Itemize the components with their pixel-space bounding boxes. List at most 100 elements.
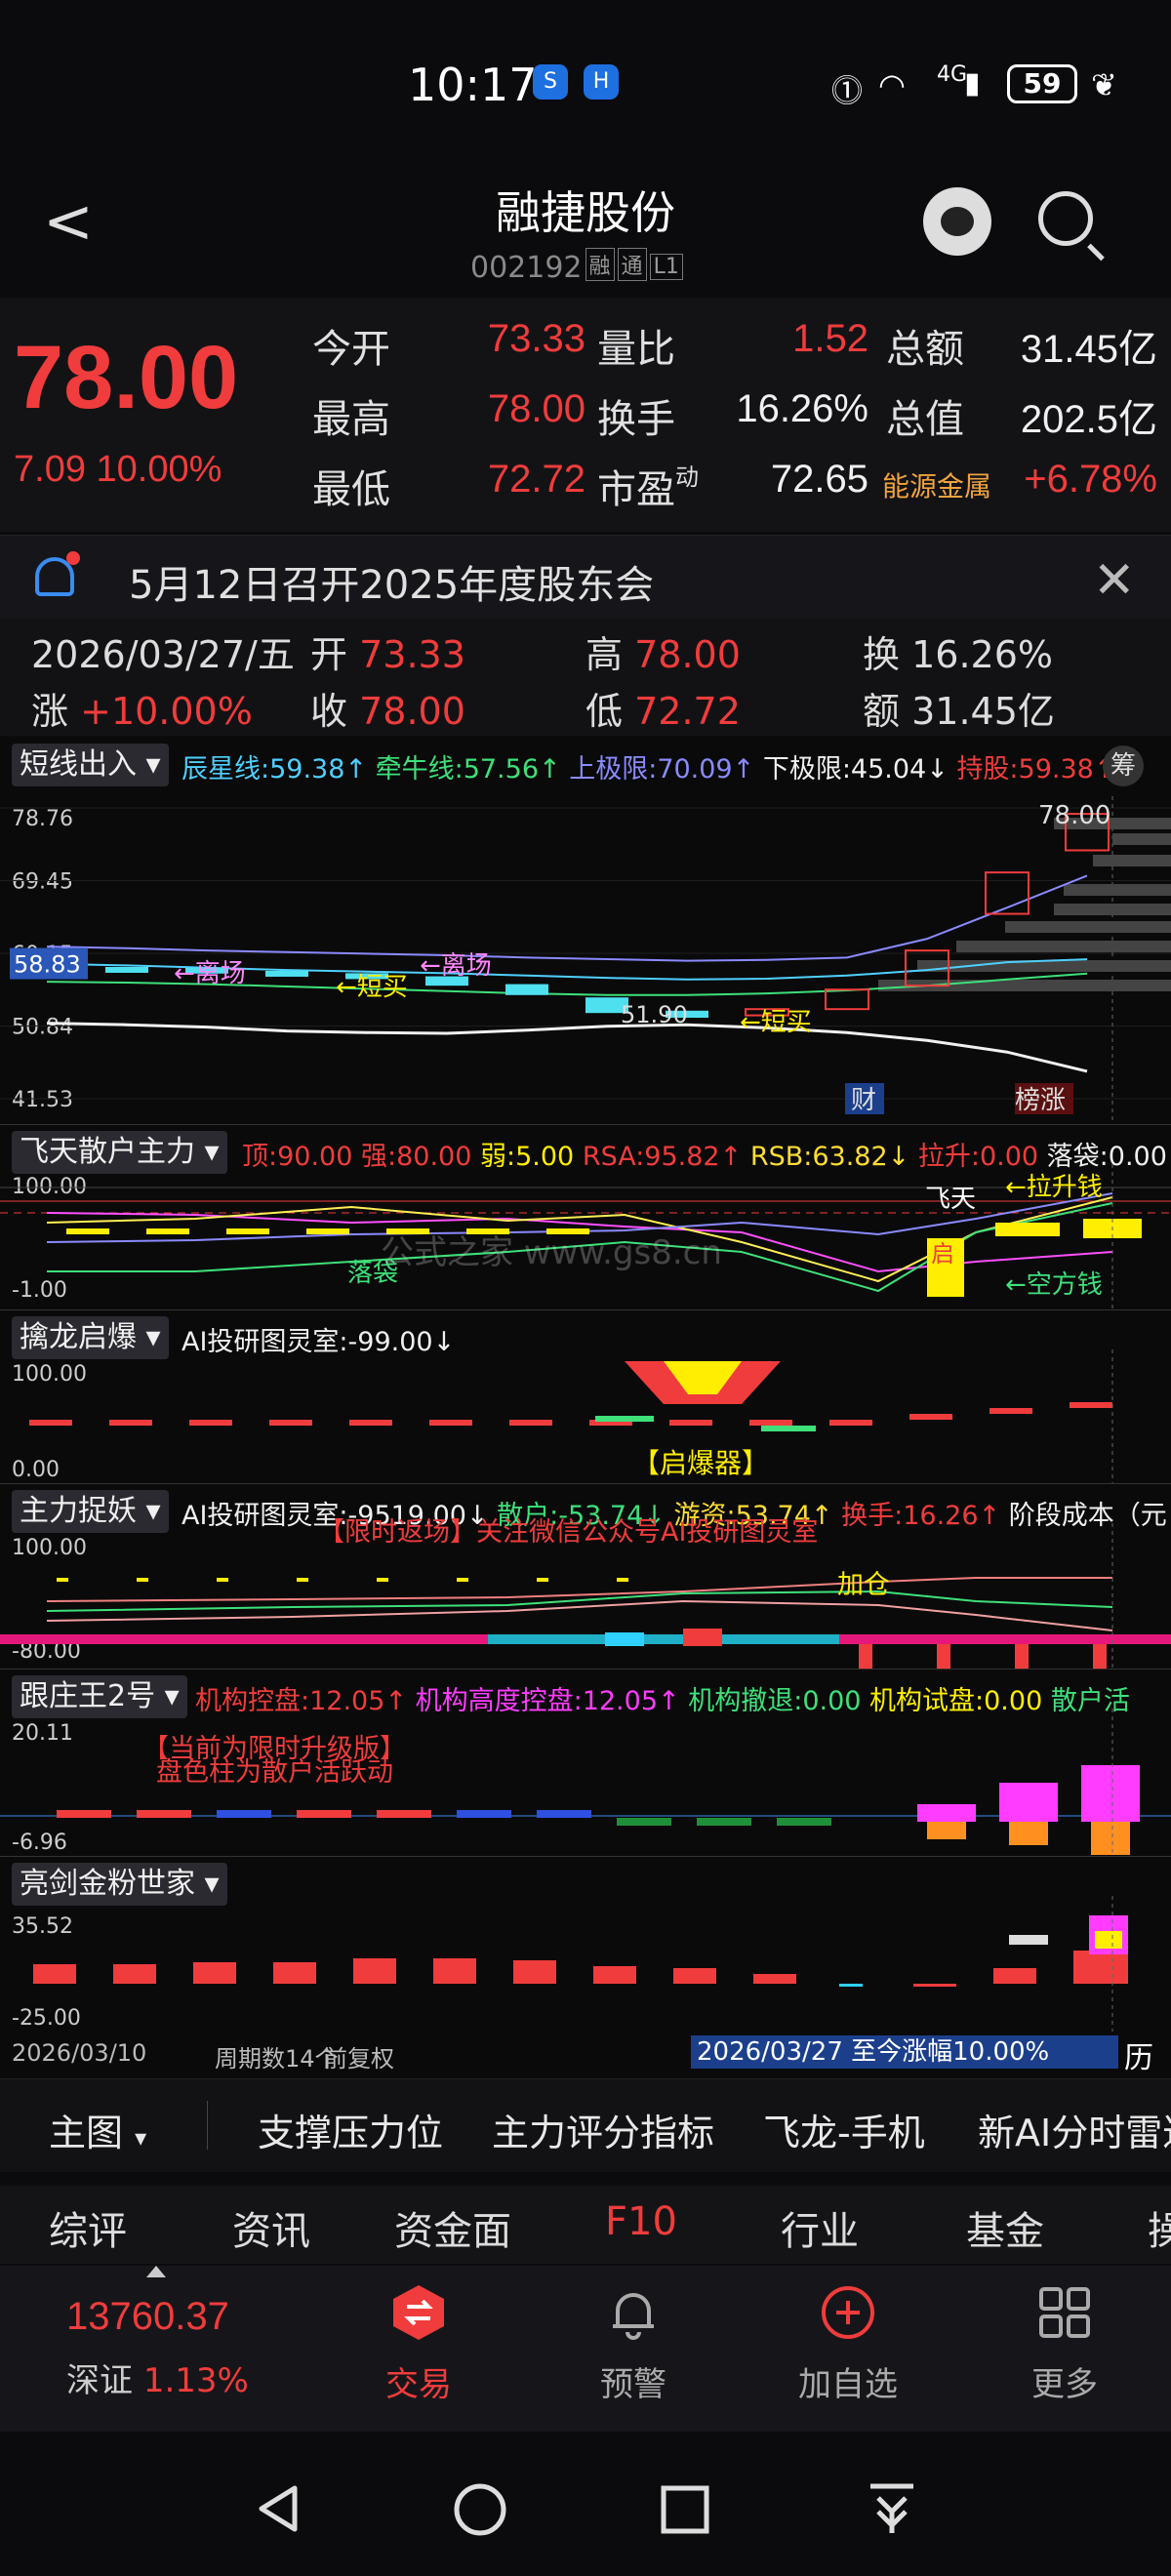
cyan-band — [488, 1634, 839, 1644]
close-info-label: 收 — [310, 690, 348, 733]
toolbar-feilong[interactable]: 飞龙-手机 — [763, 2103, 925, 2156]
notice-text[interactable]: 5月12日召开2025年度股东会 — [129, 553, 654, 610]
dash-bar — [109, 1420, 152, 1426]
add-position-label: 加仓 — [837, 1570, 890, 1600]
pe-sup: 动 — [675, 463, 699, 491]
retreat-bar — [697, 1818, 751, 1826]
yellow-dash — [306, 1228, 349, 1234]
top-bar-base — [1089, 1954, 1128, 1984]
control-bar — [297, 1810, 351, 1818]
high-control-bar — [1081, 1765, 1140, 1822]
system-back-icon[interactable] — [252, 2482, 304, 2535]
yellow-dash — [146, 1228, 189, 1234]
tab-more[interactable]: 操 — [1148, 2199, 1171, 2256]
signal-icon: ▮ — [964, 66, 981, 101]
sector-label[interactable]: 能源金属 — [882, 465, 991, 504]
toolbar-support[interactable]: 支撑压力位 — [258, 2103, 443, 2156]
period-start: 2026/03/10 — [12, 2039, 147, 2067]
pe-label: 市盈动 — [597, 458, 699, 514]
nav-add-watchlist[interactable]: 加自选 — [775, 2266, 921, 2432]
indicator-feitian-panel[interactable]: 飞天散户主力 ▾ 顶:90.00 强:80.00 弱:5.00 RSA:95.8… — [0, 1124, 1171, 1309]
nav-more[interactable]: 更多 — [991, 2266, 1138, 2432]
stock-code: 002192 — [470, 251, 583, 285]
control-bar — [217, 1810, 271, 1818]
info-tabs: 综评 资讯 资金面 F10 行业 基金 操 — [0, 2186, 1171, 2264]
system-home-icon[interactable] — [453, 2482, 507, 2537]
indicator-genzhuang-panel[interactable]: 跟庄王2号 ▾ 机构控盘:12.05↑ 机构高度控盘:12.05↑ 机构撤退:0… — [0, 1669, 1171, 1856]
dash-bar — [269, 1420, 312, 1426]
value-bar — [593, 1966, 636, 1984]
tab-industry[interactable]: 行业 — [781, 2199, 859, 2256]
nav-trade[interactable]: 交易 — [345, 2266, 492, 2432]
indicator-zhuoyao-panel[interactable]: 主力捉妖 ▾ AI投研图灵室:-9519.00↓ 散户:-53.74↓ 游资:5… — [0, 1483, 1171, 1669]
tab-fund[interactable]: 基金 — [966, 2199, 1044, 2256]
screen: 10:17 S H ⓵ ◠ 4G ▮ 59 ❦ < 融捷股份 002192 融通 L… — [0, 0, 1171, 2576]
tab-overview[interactable]: 综评 — [49, 2199, 127, 2256]
market-cap-value: 202.5亿 — [1020, 398, 1157, 441]
candle — [505, 984, 548, 995]
range-change-badge[interactable]: 2026/03/27 至今涨幅10.00% — [691, 2035, 1118, 2069]
robot-assistant-icon[interactable] — [923, 187, 991, 256]
grid-icon — [1039, 2287, 1090, 2338]
amount-info-label: 额 — [863, 690, 901, 733]
top-bar-core — [1095, 1931, 1122, 1949]
sector-change: +6.78% — [1024, 458, 1157, 501]
y-tick-label: 69.45 — [12, 870, 73, 895]
toolbar-main-chart[interactable]: 主图 ▾ — [49, 2103, 146, 2156]
toolbar-ai-radar[interactable]: 新AI分时雷达 — [978, 2103, 1171, 2156]
change-info-value: +10.00% — [80, 690, 253, 733]
yellow-tick — [457, 1578, 468, 1582]
notice-banner[interactable]: 5月12日召开2025年度股东会 ✕ — [0, 535, 1171, 619]
adjust-mode[interactable]: 前复权 — [324, 2039, 394, 2073]
chip-bar — [1112, 833, 1171, 845]
yellow-tick — [137, 1578, 148, 1582]
tab-news[interactable]: 资讯 — [232, 2199, 310, 2256]
amount-info: 额 31.45亿 — [863, 681, 1055, 735]
tab-funds[interactable]: 资金面 — [394, 2199, 511, 2256]
retreat-bar — [777, 1818, 831, 1826]
last-price: 78.00 — [14, 328, 239, 427]
close-icon[interactable]: ✕ — [1093, 551, 1136, 610]
period-count: 周期数14个 — [215, 2045, 339, 2073]
y-tick-label: -6.96 — [12, 1831, 67, 1855]
retreat-bar — [617, 1818, 671, 1826]
cyan-block — [605, 1632, 644, 1646]
period-bar: 2026/03/10 周期数14个 前复权 2026/03/27 至今涨幅10.… — [0, 2032, 1171, 2076]
system-dropdown-icon[interactable] — [865, 2480, 919, 2537]
search-icon[interactable] — [1038, 191, 1093, 246]
indicator-liangjian-panel[interactable]: 亮剑金粉世家 ▾ 35.52 -25.00 — [0, 1856, 1171, 2032]
red-column — [1015, 1644, 1029, 1669]
index-row[interactable]: 深证 1.13% — [66, 2354, 249, 2401]
indicator-qinlong-panel[interactable]: 擒龙启爆 ▾ AI投研图灵室:-99.00↓ 100.00 0.00 【启爆器】 — [0, 1309, 1171, 1483]
cost-line — [46, 1577, 1112, 1602]
value-bar — [353, 1958, 396, 1984]
amount-value: 31.45亿 — [1020, 328, 1157, 371]
red-column — [1093, 1644, 1107, 1669]
kline-plot: 78.7669.4560.1550.8441.5358.83←离场←离场←短买←… — [0, 796, 1171, 1124]
quote-panel: 78.00 7.09 10.00% 今开 73.33 量比 1.52 总额 31… — [0, 298, 1171, 532]
yellow-tick — [217, 1578, 228, 1582]
history-button[interactable]: 历 — [1124, 2033, 1153, 2076]
low-value: 72.72 — [487, 458, 586, 501]
low-label: 最低 — [312, 467, 390, 512]
control-bar — [137, 1810, 191, 1818]
dash-bar — [189, 1420, 232, 1426]
dash-bar — [909, 1414, 952, 1420]
index-value[interactable]: 13760.37 — [66, 2295, 229, 2339]
status-bar: 10:17 S H ⓵ ◠ 4G ▮ 59 ❦ — [0, 0, 1171, 156]
main-kline-chart[interactable]: 短线出入 ▾ 辰星线:59.38↑ 牵牛线:57.56↑ 上极限:70.09↑ … — [0, 738, 1171, 1124]
low-info: 低 72.72 — [586, 681, 741, 735]
nav-alert[interactable]: 预警 — [560, 2266, 707, 2432]
line-upper — [46, 874, 1088, 962]
y-tick-label: 20.11 — [12, 1721, 73, 1746]
control-bar — [457, 1810, 511, 1818]
bell-icon — [35, 551, 80, 596]
toolbar-score[interactable]: 主力评分指标 — [492, 2103, 714, 2156]
system-recents-icon[interactable] — [660, 2484, 710, 2535]
tab-f10[interactable]: F10 — [605, 2199, 677, 2244]
yellow-tick — [297, 1578, 308, 1582]
candle — [265, 970, 308, 977]
fire-bar — [927, 1822, 966, 1839]
tag-margin: 融 — [585, 248, 615, 281]
exit-signal-2: ←离场 — [420, 951, 492, 981]
